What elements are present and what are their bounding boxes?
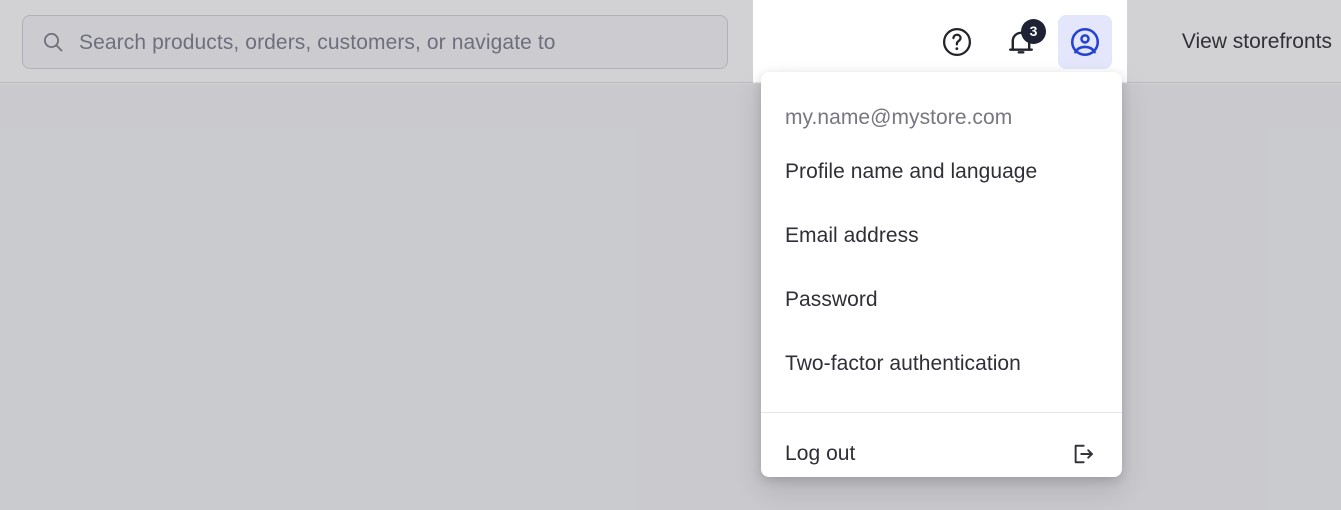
search-icon bbox=[44, 33, 63, 52]
menu-item-label: Two-factor authentication bbox=[785, 352, 1021, 375]
header-action-icons-active: 3 bbox=[930, 0, 1112, 83]
account-email: my.name@mystore.com bbox=[785, 106, 1013, 129]
view-storefronts-link[interactable]: View storefronts bbox=[1156, 0, 1341, 83]
notification-badge: 3 bbox=[1021, 18, 1046, 44]
app-body bbox=[0, 84, 1341, 510]
question-circle-icon bbox=[942, 27, 972, 56]
menu-item-email-address[interactable]: Email address bbox=[761, 204, 1122, 268]
account-menu-section-primary: my.name@mystore.com Profile name and lan… bbox=[761, 72, 1122, 412]
account-button-active[interactable] bbox=[1058, 14, 1112, 69]
menu-item-label: Log out bbox=[785, 442, 856, 465]
menu-item-two-factor-authentication[interactable]: Two-factor authentication bbox=[761, 332, 1122, 396]
menu-item-label: Profile name and language bbox=[785, 160, 1038, 183]
account-menu-anchor-strip: 3 bbox=[753, 0, 1127, 83]
account-menu-section-session: Log out bbox=[761, 412, 1122, 477]
help-button-active[interactable] bbox=[930, 15, 984, 69]
notifications-button-active[interactable]: 3 bbox=[994, 15, 1048, 69]
sign-out-icon bbox=[1074, 444, 1093, 464]
search-input[interactable]: Search products, orders, customers, or n… bbox=[22, 15, 728, 69]
app-screen: Search products, orders, customers, or n… bbox=[0, 0, 1341, 510]
menu-item-label: Email address bbox=[785, 224, 919, 247]
menu-item-label: Password bbox=[785, 288, 878, 311]
account-avatar-icon bbox=[1070, 27, 1100, 56]
menu-item-log-out[interactable]: Log out bbox=[761, 413, 1122, 477]
app-header: Search products, orders, customers, or n… bbox=[0, 0, 1341, 83]
menu-item-profile-name-and-language[interactable]: Profile name and language bbox=[761, 140, 1122, 204]
search-placeholder: Search products, orders, customers, or n… bbox=[79, 30, 556, 54]
account-menu-popover: my.name@mystore.com Profile name and lan… bbox=[761, 72, 1122, 477]
menu-item-password[interactable]: Password bbox=[761, 268, 1122, 332]
